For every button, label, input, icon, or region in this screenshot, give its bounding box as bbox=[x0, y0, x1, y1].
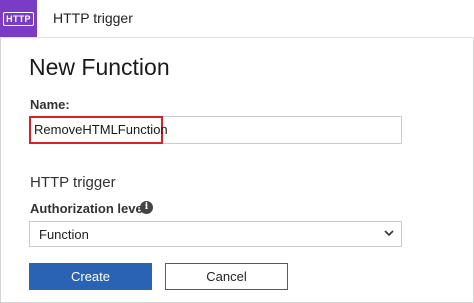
auth-level-value[interactable]: Function bbox=[39, 227, 89, 242]
info-icon[interactable]: i bbox=[140, 201, 153, 214]
badge-text: HTTP bbox=[3, 11, 34, 26]
page-title: New Function bbox=[29, 54, 170, 80]
section-title: HTTP trigger bbox=[30, 174, 116, 191]
chevron-down-icon[interactable] bbox=[383, 227, 395, 239]
cancel-button[interactable]: Cancel bbox=[165, 263, 288, 290]
create-button[interactable]: Create bbox=[29, 263, 152, 290]
auth-level-label: Authorization level bbox=[30, 201, 147, 216]
header-title: HTTP trigger bbox=[53, 10, 133, 26]
name-input-value[interactable]: RemoveHTMLFunction bbox=[34, 122, 168, 137]
header-bar: HTTP HTTP trigger bbox=[0, 0, 474, 38]
name-label: Name: bbox=[30, 97, 70, 112]
window-frame bbox=[0, 0, 474, 303]
http-trigger-icon: HTTP bbox=[0, 0, 37, 37]
